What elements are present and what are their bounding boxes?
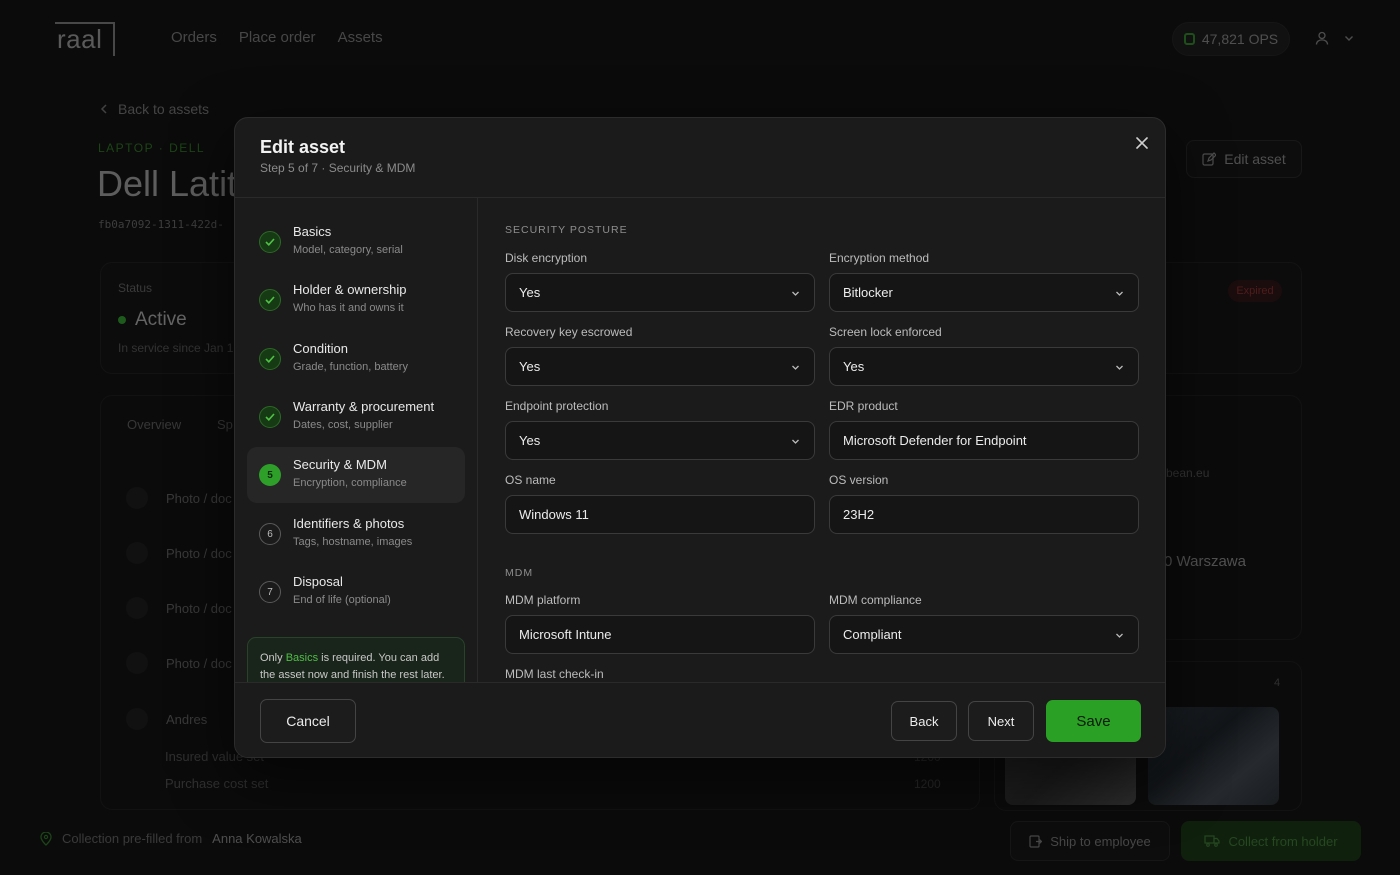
next-button[interactable]: Next <box>968 701 1034 741</box>
step-list: Basics Model, category, serial Holder & … <box>235 198 478 697</box>
step-title: Condition <box>293 341 348 356</box>
step-title: Security & MDM <box>293 457 387 472</box>
recovery-key-select[interactable]: Yes <box>505 347 815 386</box>
step-desc: End of life (optional) <box>293 594 391 606</box>
back-button[interactable]: Back <box>891 701 957 741</box>
step-title: Warranty & procurement <box>293 399 435 414</box>
disk-encryption-select[interactable]: Yes <box>505 273 815 312</box>
check-icon <box>259 406 281 428</box>
select-value: Yes <box>519 285 541 300</box>
step-disposal[interactable]: 7 Disposal End of life (optional) <box>247 564 465 620</box>
check-icon <box>259 348 281 370</box>
select-value: Bitlocker <box>843 285 893 300</box>
os-name-label: OS name <box>505 473 556 487</box>
chevron-down-icon <box>792 291 799 296</box>
step-basics[interactable]: Basics Model, category, serial <box>247 214 465 270</box>
chevron-down-icon <box>792 439 799 444</box>
step-number: 5 <box>259 464 281 486</box>
modal-header: Edit asset Step 5 of 7 · Security & MDM <box>235 118 1165 198</box>
mdm-compliance-select[interactable]: Compliant <box>829 615 1139 654</box>
step-desc: Encryption, compliance <box>293 477 407 489</box>
step-holder-ownership[interactable]: Holder & ownership Who has it and owns i… <box>247 272 465 328</box>
step-desc: Model, category, serial <box>293 244 403 256</box>
check-icon <box>259 231 281 253</box>
select-value: Compliant <box>843 627 902 642</box>
modal-subtitle: Step 5 of 7 · Security & MDM <box>260 161 416 175</box>
select-value: Yes <box>519 359 541 374</box>
section-security-posture: SECURITY POSTURE <box>505 224 628 236</box>
step-identifiers-photos[interactable]: 6 Identifiers & photos Tags, hostname, i… <box>247 506 465 562</box>
modal-title: Edit asset <box>260 137 346 157</box>
step-title: Identifiers & photos <box>293 516 405 531</box>
input-value: Windows 11 <box>519 507 589 522</box>
chevron-down-icon <box>1116 633 1123 638</box>
step-condition[interactable]: Condition Grade, function, battery <box>247 331 465 387</box>
security-form: SECURITY POSTURE Disk encryption Yes Enc… <box>479 198 1165 682</box>
endpoint-protection-label: Endpoint protection <box>505 399 609 413</box>
edit-asset-modal: Edit asset Step 5 of 7 · Security & MDM … <box>234 117 1166 758</box>
step-warranty-procurement[interactable]: Warranty & procurement Dates, cost, supp… <box>247 389 465 445</box>
save-button[interactable]: Save <box>1046 700 1141 742</box>
input-value: Microsoft Defender for Endpoint <box>843 433 1027 448</box>
encryption-method-select[interactable]: Bitlocker <box>829 273 1139 312</box>
step-desc: Dates, cost, supplier <box>293 419 393 431</box>
step-desc: Grade, function, battery <box>293 361 408 373</box>
endpoint-protection-select[interactable]: Yes <box>505 421 815 460</box>
os-name-input[interactable]: Windows 11 <box>505 495 815 534</box>
chevron-down-icon <box>792 365 799 370</box>
encryption-method-label: Encryption method <box>829 251 930 265</box>
mdm-last-checkin-label: MDM last check-in <box>505 667 604 681</box>
close-icon[interactable] <box>1133 134 1151 152</box>
disk-encryption-label: Disk encryption <box>505 251 588 265</box>
chevron-down-icon <box>1116 365 1123 370</box>
step-desc: Tags, hostname, images <box>293 536 413 548</box>
input-value: Microsoft Intune <box>519 627 612 642</box>
mdm-platform-input[interactable]: Microsoft Intune <box>505 615 815 654</box>
cancel-button[interactable]: Cancel <box>260 699 356 743</box>
os-version-label: OS version <box>829 473 889 487</box>
edr-product-label: EDR product <box>829 399 898 413</box>
step-title: Basics <box>293 224 332 239</box>
step-title: Holder & ownership <box>293 282 407 297</box>
screen-lock-select[interactable]: Yes <box>829 347 1139 386</box>
step-security-mdm[interactable]: 5 Security & MDM Encryption, compliance <box>247 447 465 503</box>
select-value: Yes <box>843 359 865 374</box>
step-number: 7 <box>259 581 281 603</box>
step-number: 6 <box>259 523 281 545</box>
modal-footer: Cancel Back Next Save <box>235 682 1165 757</box>
mdm-platform-label: MDM platform <box>505 593 581 607</box>
section-mdm: MDM <box>505 567 534 579</box>
os-version-input[interactable]: 23H2 <box>829 495 1139 534</box>
check-icon <box>259 289 281 311</box>
step-desc: Who has it and owns it <box>293 302 404 314</box>
edr-product-input[interactable]: Microsoft Defender for Endpoint <box>829 421 1139 460</box>
input-value: 23H2 <box>843 507 875 522</box>
chevron-down-icon <box>1116 291 1123 296</box>
screen-lock-label: Screen lock enforced <box>829 325 942 339</box>
mdm-compliance-label: MDM compliance <box>829 593 922 607</box>
hint-highlight[interactable]: Basics <box>286 652 318 664</box>
recovery-key-label: Recovery key escrowed <box>505 325 633 339</box>
step-title: Disposal <box>293 574 343 589</box>
hint-prefix: Only <box>260 652 286 664</box>
select-value: Yes <box>519 433 541 448</box>
